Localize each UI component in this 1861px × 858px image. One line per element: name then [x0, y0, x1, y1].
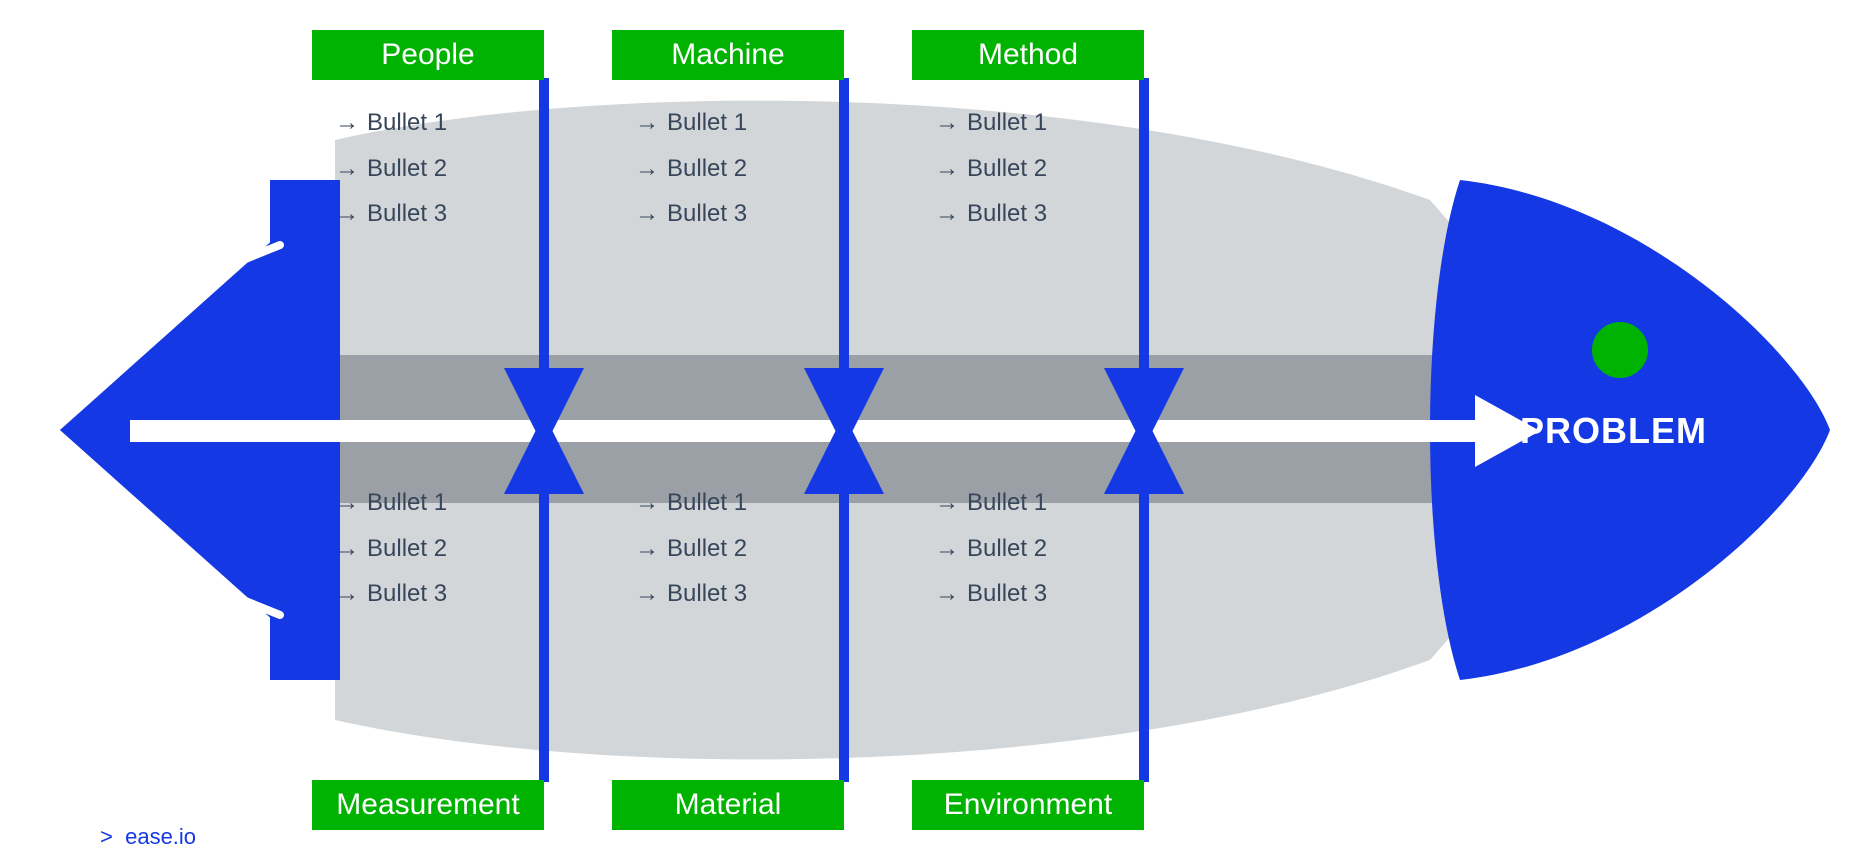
bullets-material: →Bullet 1 →Bullet 2 →Bullet 3	[635, 480, 747, 617]
bullet-text: Bullet 3	[367, 571, 447, 617]
arrow-icon: →	[335, 480, 359, 526]
arrow-icon: →	[935, 100, 959, 146]
bullet-text: Bullet 2	[367, 526, 447, 572]
bullets-measurement: →Bullet 1 →Bullet 2 →Bullet 3	[335, 480, 447, 617]
category-people: People	[312, 30, 544, 80]
bullet-text: Bullet 2	[667, 146, 747, 192]
bullet-text: Bullet 2	[367, 146, 447, 192]
bullets-method: →Bullet 1 →Bullet 2 →Bullet 3	[935, 100, 1047, 237]
bullet-text: Bullet 3	[967, 191, 1047, 237]
arrow-icon: →	[335, 526, 359, 572]
arrow-icon: →	[935, 480, 959, 526]
arrow-icon: →	[635, 191, 659, 237]
bullets-machine: →Bullet 1 →Bullet 2 →Bullet 3	[635, 100, 747, 237]
bullets-people: →Bullet 1 →Bullet 2 →Bullet 3	[335, 100, 447, 237]
bullet-text: Bullet 3	[367, 191, 447, 237]
bullet-text: Bullet 2	[967, 526, 1047, 572]
arrow-icon: →	[935, 571, 959, 617]
category-material: Material	[612, 780, 844, 830]
bullet-text: Bullet 3	[667, 191, 747, 237]
arrow-icon: →	[335, 571, 359, 617]
bullet-text: Bullet 1	[967, 480, 1047, 526]
bullet-text: Bullet 2	[967, 146, 1047, 192]
bullet-text: Bullet 1	[367, 480, 447, 526]
bullet-text: Bullet 1	[367, 100, 447, 146]
arrow-icon: →	[635, 571, 659, 617]
category-method: Method	[912, 30, 1144, 80]
arrow-icon: →	[635, 480, 659, 526]
category-machine: Machine	[612, 30, 844, 80]
arrow-icon: →	[635, 146, 659, 192]
bullet-text: Bullet 1	[967, 100, 1047, 146]
bullet-text: Bullet 3	[967, 571, 1047, 617]
arrow-icon: →	[935, 146, 959, 192]
arrow-icon: →	[335, 191, 359, 237]
arrow-icon: →	[635, 526, 659, 572]
arrow-icon: →	[635, 100, 659, 146]
category-environment: Environment	[912, 780, 1144, 830]
arrow-icon: →	[935, 526, 959, 572]
arrow-icon: →	[335, 100, 359, 146]
bullet-text: Bullet 3	[667, 571, 747, 617]
attribution-text: ease.io	[125, 824, 196, 849]
arrow-icon: →	[935, 191, 959, 237]
bullet-text: Bullet 1	[667, 480, 747, 526]
bullet-text: Bullet 1	[667, 100, 747, 146]
chevron-right-icon: >	[100, 824, 113, 849]
problem-label: PROBLEM	[1520, 410, 1707, 452]
category-measurement: Measurement	[312, 780, 544, 830]
attribution: > ease.io	[100, 824, 196, 850]
bullets-environment: →Bullet 1 →Bullet 2 →Bullet 3	[935, 480, 1047, 617]
bullet-text: Bullet 2	[667, 526, 747, 572]
arrow-icon: →	[335, 146, 359, 192]
